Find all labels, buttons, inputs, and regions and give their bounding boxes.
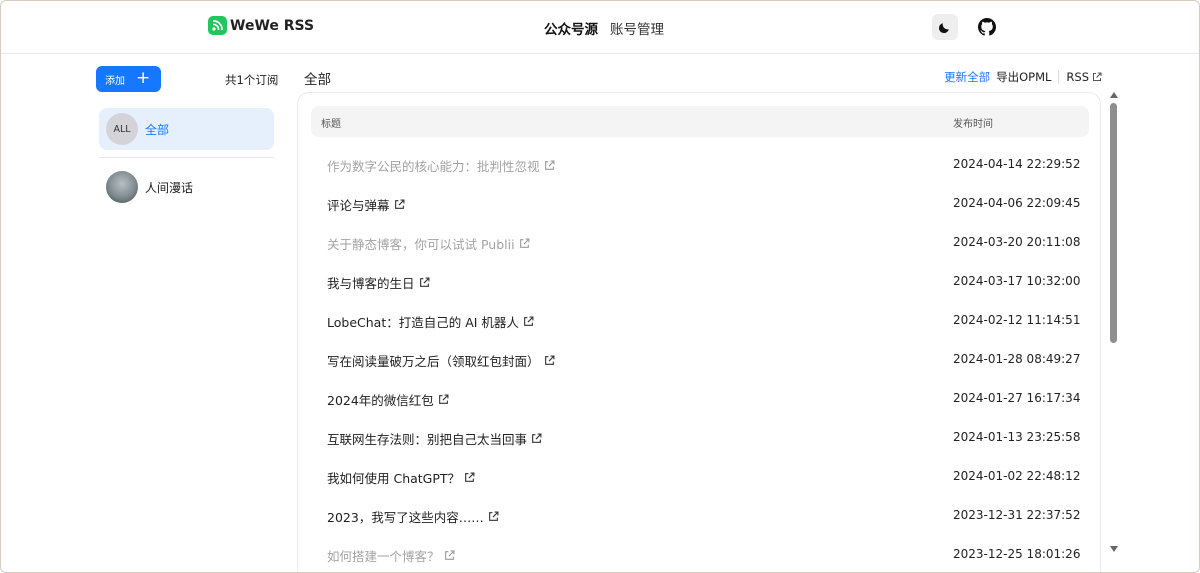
table-row[interactable]: 我与博客的生日 2024-03-17 10:32:00 <box>311 262 1089 301</box>
table-header: 标题 发布时间 <box>311 106 1089 137</box>
publish-time: 2024-04-14 22:29:52 <box>953 157 1081 171</box>
article-title-link[interactable]: 2023，我写了这些内容…… <box>327 507 499 526</box>
main-nav: 公众号源 账号管理 <box>544 18 664 38</box>
article-title-link[interactable]: 我与博客的生日 <box>327 273 430 292</box>
article-title-link[interactable]: 关于静态博客，你可以试试 Publii <box>327 234 530 253</box>
external-link-icon <box>532 433 542 443</box>
external-link-icon <box>519 238 530 248</box>
avatar <box>106 171 138 203</box>
sidebar-item-all[interactable]: ALL 全部 <box>99 108 274 150</box>
external-link-icon <box>438 394 449 404</box>
article-title-link[interactable]: 作为数字公民的核心能力：批判性忽视 <box>327 156 555 175</box>
external-link-icon <box>419 277 429 287</box>
article-title: LobeChat：打造自己的 AI 机器人 <box>327 315 519 330</box>
nav-accounts[interactable]: 账号管理 <box>610 18 664 38</box>
export-opml-link[interactable]: 导出OPML <box>996 69 1051 85</box>
external-link-icon <box>394 199 404 209</box>
external-link-icon <box>1093 72 1102 81</box>
article-title: 写在阅读量破万之后（领取红包封面） <box>327 354 540 369</box>
moon-icon <box>938 23 949 34</box>
app-window: WeWe RSS 公众号源 账号管理 添加 + 共1个订阅 ALL 全部 人间漫… <box>0 0 1200 573</box>
github-icon <box>978 18 996 36</box>
sidebar-item-label: 人间漫话 <box>145 180 194 195</box>
external-link-icon <box>444 550 454 560</box>
publish-time: 2024-01-13 23:25:58 <box>953 430 1081 444</box>
table-row[interactable]: 2024年的微信红包 2024-01-27 16:17:34 <box>311 379 1089 418</box>
publish-time: 2024-01-27 16:17:34 <box>953 391 1081 405</box>
page-title: 全部 <box>304 72 331 88</box>
external-link-icon <box>465 472 475 482</box>
sidebar-item-label: 全部 <box>145 122 170 137</box>
article-title: 2024年的微信红包 <box>327 393 434 408</box>
add-subscription-button[interactable]: 添加 + <box>96 66 161 92</box>
article-title: 我如何使用 ChatGPT？ <box>327 471 461 486</box>
publish-time: 2023-12-25 18:01:26 <box>953 547 1081 561</box>
column-header-time: 发布时间 <box>953 119 993 130</box>
top-header: WeWe RSS 公众号源 账号管理 <box>1 1 1199 54</box>
article-title: 作为数字公民的核心能力：批判性忽视 <box>327 159 540 174</box>
table-row[interactable]: 作为数字公民的核心能力：批判性忽视 2024-04-14 22:29:52 <box>311 145 1089 184</box>
publish-time: 2024-01-02 22:48:12 <box>953 469 1081 483</box>
table-row[interactable]: 如何搭建一个博客？ 2023-12-25 18:01:26 <box>311 535 1089 572</box>
article-title: 关于静态博客，你可以试试 Publii <box>327 237 515 252</box>
scroll-up-arrow-icon[interactable] <box>1110 92 1118 98</box>
theme-toggle-button[interactable] <box>932 14 958 40</box>
subscription-count: 共1个订阅 <box>225 73 279 87</box>
brand-name: WeWe RSS <box>230 17 315 34</box>
external-link-icon <box>544 160 554 170</box>
external-link-icon <box>488 511 499 521</box>
publish-time: 2024-01-28 08:49:27 <box>953 352 1081 366</box>
article-title-link[interactable]: 如何搭建一个博客？ <box>327 546 455 565</box>
brand[interactable]: WeWe RSS <box>208 16 314 35</box>
articles-table: 标题 发布时间 作为数字公民的核心能力：批判性忽视 2024-04-14 22:2… <box>297 92 1101 572</box>
add-button-label: 添加 <box>105 75 125 87</box>
article-title-link[interactable]: 评论与弹幕 <box>327 195 405 214</box>
article-title: 互联网生存法则：别把自己太当回事 <box>327 432 528 447</box>
publish-time: 2023-12-31 22:37:52 <box>953 508 1081 522</box>
article-title-link[interactable]: 我如何使用 ChatGPT？ <box>327 468 475 487</box>
scroll-thumb[interactable] <box>1110 103 1117 343</box>
article-title: 评论与弹幕 <box>327 198 390 213</box>
nav-feeds[interactable]: 公众号源 <box>544 18 598 38</box>
plus-icon: + <box>136 68 151 88</box>
table-row[interactable]: 写在阅读量破万之后（领取红包封面） 2024-01-28 08:49:27 <box>311 340 1089 379</box>
divider <box>1058 70 1060 84</box>
scrollbar[interactable] <box>1107 89 1121 555</box>
article-title-link[interactable]: LobeChat：打造自己的 AI 机器人 <box>327 312 534 331</box>
toolbar-actions: 更新全部 导出OPML RSS <box>944 69 1102 85</box>
external-link-icon <box>524 316 534 326</box>
column-header-title: 标题 <box>321 119 341 130</box>
table-row[interactable]: LobeChat：打造自己的 AI 机器人 2024-02-12 11:14:51 <box>311 301 1089 340</box>
external-link-icon <box>544 355 554 365</box>
publish-time: 2024-03-17 10:32:00 <box>953 274 1081 288</box>
article-title: 我与博客的生日 <box>327 276 415 291</box>
article-title-link[interactable]: 2024年的微信红包 <box>327 390 449 409</box>
publish-time: 2024-03-20 20:11:08 <box>953 235 1081 249</box>
rss-logo-icon <box>208 16 227 35</box>
article-title: 2023，我写了这些内容…… <box>327 510 484 525</box>
table-row[interactable]: 我如何使用 ChatGPT？ 2024-01-02 22:48:12 <box>311 457 1089 496</box>
github-button[interactable] <box>974 14 1000 40</box>
table-row[interactable]: 关于静态博客，你可以试试 Publii 2024-03-20 20:11:08 <box>311 223 1089 262</box>
article-title: 如何搭建一个博客？ <box>327 549 440 564</box>
rss-link[interactable]: RSS <box>1066 70 1102 84</box>
sidebar-divider <box>99 157 274 158</box>
publish-time: 2024-04-06 22:09:45 <box>953 196 1081 210</box>
article-title-link[interactable]: 写在阅读量破万之后（领取红包封面） <box>327 351 555 370</box>
table-row[interactable]: 评论与弹幕 2024-04-06 22:09:45 <box>311 184 1089 223</box>
table-row[interactable]: 2023，我写了这些内容…… 2023-12-31 22:37:52 <box>311 496 1089 535</box>
table-row[interactable]: 互联网生存法则：别把自己太当回事 2024-01-13 23:25:58 <box>311 418 1089 457</box>
sidebar-item-feed[interactable]: 人间漫话 <box>99 166 274 208</box>
scroll-down-arrow-icon[interactable] <box>1110 546 1118 552</box>
refresh-all-link[interactable]: 更新全部 <box>944 69 990 85</box>
avatar: ALL <box>106 113 138 145</box>
publish-time: 2024-02-12 11:14:51 <box>953 313 1081 327</box>
rss-link-label: RSS <box>1066 70 1089 84</box>
article-title-link[interactable]: 互联网生存法则：别把自己太当回事 <box>327 429 542 448</box>
